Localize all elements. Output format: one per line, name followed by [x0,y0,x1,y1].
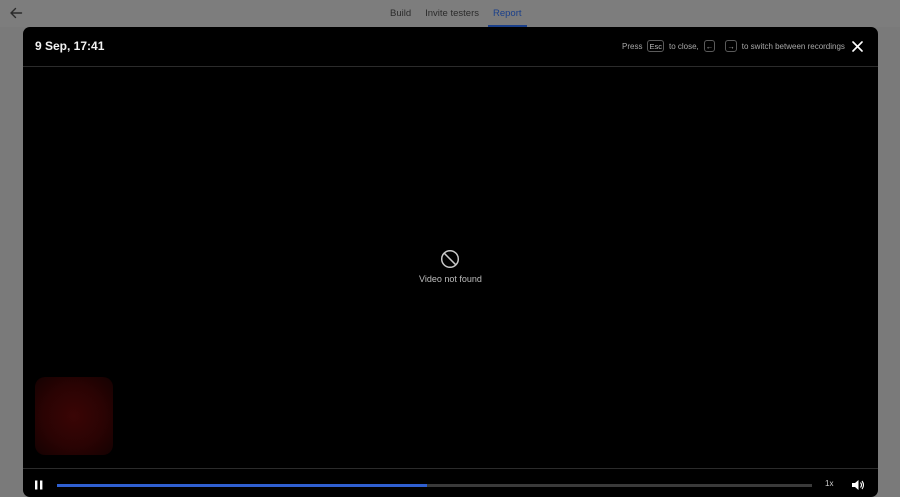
pause-icon[interactable] [34,480,44,490]
tab-build[interactable]: Build [383,0,418,27]
left-arrow-key: ← [703,40,716,52]
close-button[interactable] [849,38,865,54]
back-button[interactable] [6,3,26,23]
close-icon [851,40,863,52]
top-navigation-bar: Build Invite testers Report [0,0,900,27]
hint-close-text: to close, [668,41,699,51]
modal-title: 9 Sep, 17:41 [35,39,105,53]
arrow-left-icon [10,7,23,19]
player-controls: 1x [23,468,878,497]
tab-list: Build Invite testers Report [383,0,529,27]
video-not-found-message: Video not found [419,274,482,284]
recording-modal: 9 Sep, 17:41 Press Esc to close, ← → to … [23,27,878,497]
hint-press-text: Press [622,41,643,51]
volume-icon[interactable] [851,479,865,491]
prohibited-icon [440,249,460,269]
progress-fill [57,484,427,487]
tab-invite-testers[interactable]: Invite testers [418,0,486,27]
recording-thumbnail[interactable] [35,377,113,455]
tab-report[interactable]: Report [486,0,529,27]
hint-switch-text: to switch between recordings [741,41,845,51]
esc-key: Esc [647,40,664,52]
video-player-area: Video not found [23,67,878,469]
progress-bar[interactable] [57,484,812,487]
modal-header: 9 Sep, 17:41 Press Esc to close, ← → to … [23,27,878,67]
right-arrow-key: → [725,40,737,52]
keyboard-hint: Press Esc to close, ← → to switch betwee… [622,39,845,53]
